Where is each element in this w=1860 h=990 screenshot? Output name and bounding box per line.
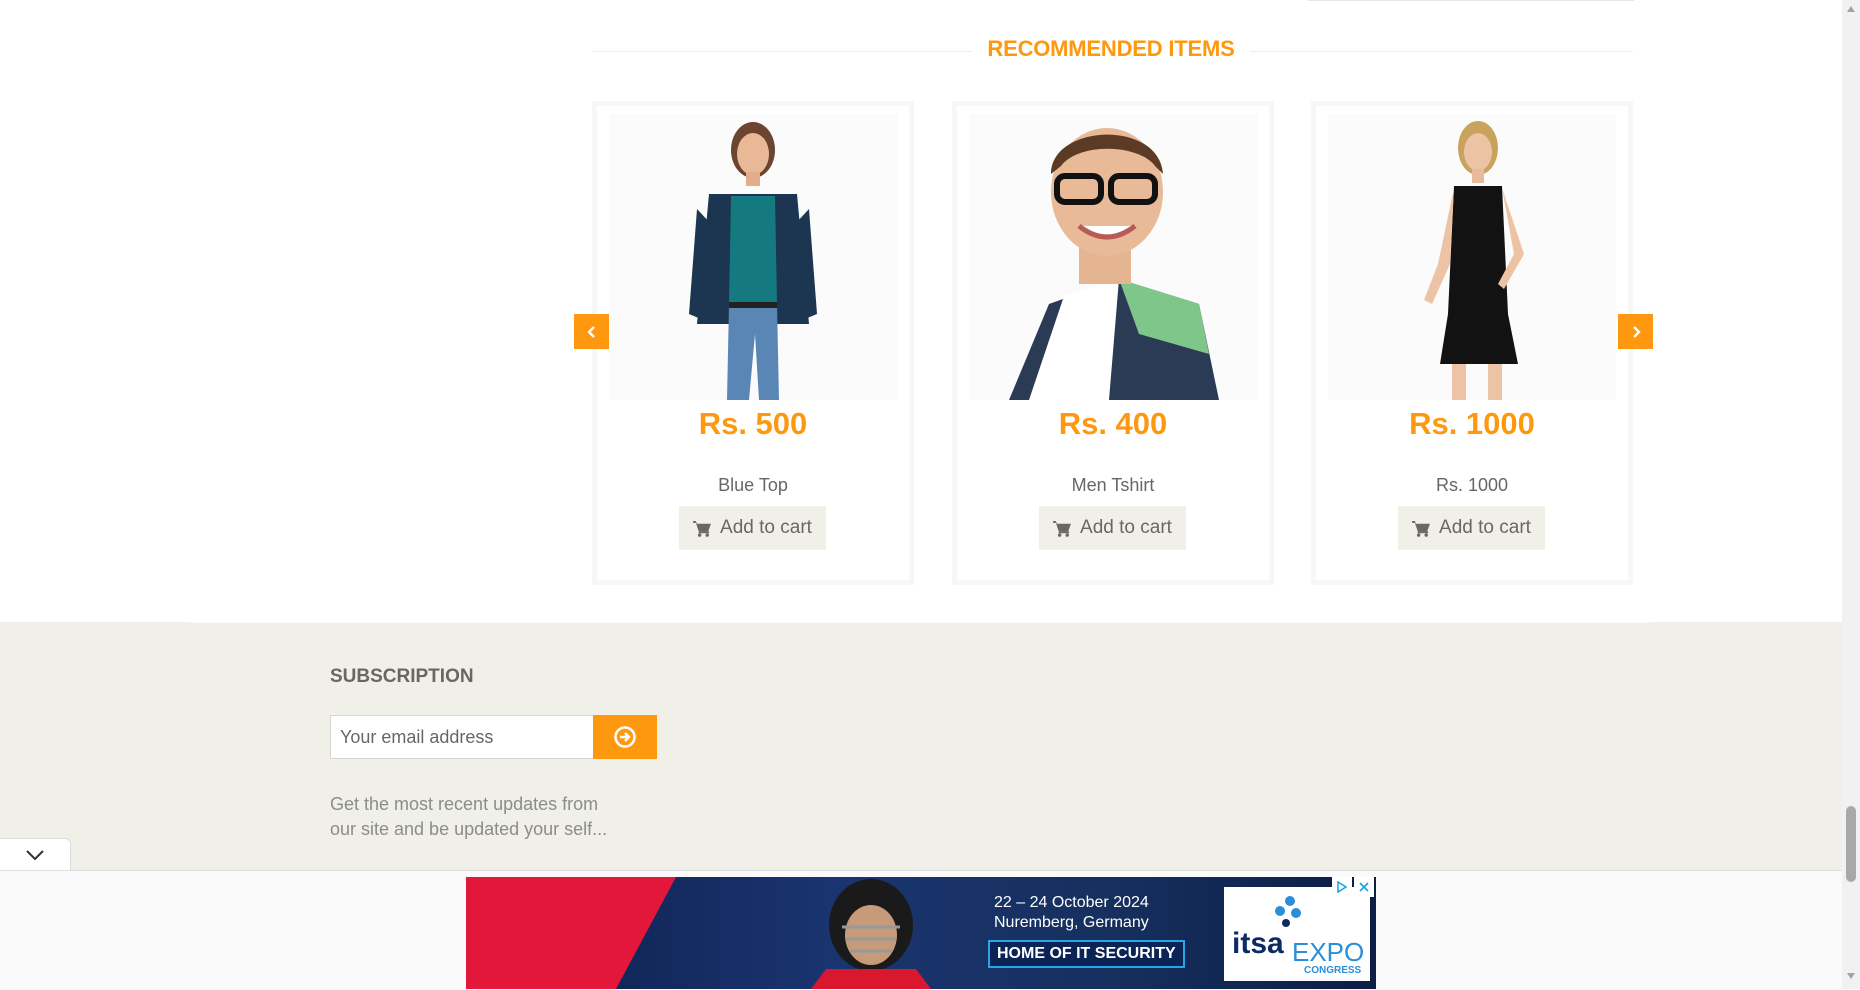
- ad-tagline: HOME OF IT SECURITY: [988, 940, 1185, 968]
- product-image-dress[interactable]: [1328, 114, 1616, 400]
- cart-icon: [1053, 520, 1072, 537]
- ad-date-line2: Nuremberg, Germany: [994, 914, 1149, 931]
- product-name: Rs. 1000: [1435, 475, 1509, 495]
- cart-icon: [693, 520, 712, 537]
- ad-red-shape: [466, 877, 676, 989]
- ad-logo-main: itsa: [1232, 927, 1284, 960]
- ad-date: 22 – 24 October 2024 Nuremberg, Germany: [994, 893, 1149, 933]
- product-card: Rs. 400 Men Tshirt Add to cart: [952, 101, 1274, 585]
- subscription-description: Get the most recent updates from our sit…: [330, 794, 608, 839]
- ad-date-line1: 22 – 24 October 2024: [994, 894, 1149, 911]
- scrollbar[interactable]: [1842, 0, 1860, 989]
- footer-divider: [190, 622, 1650, 623]
- add-to-cart-button[interactable]: Add to cart: [1398, 506, 1545, 550]
- product-image-blue-top[interactable]: [609, 114, 897, 400]
- product-price: Rs. 500: [698, 406, 808, 441]
- add-to-cart-button[interactable]: Add to cart: [679, 506, 826, 550]
- close-icon: [1359, 882, 1369, 892]
- header-line-right: [1250, 51, 1633, 52]
- chevron-down-icon: [26, 850, 44, 861]
- cart-icon: [1412, 520, 1431, 537]
- ad-logo-sub: CONGRESS: [1304, 965, 1362, 976]
- product-card: Rs. 500 Blue Top Add to cart: [592, 101, 914, 585]
- ad-logo: itsa EXPO CONGRESS: [1224, 887, 1370, 981]
- header-line-left: [592, 51, 972, 52]
- ad-close-button[interactable]: [1354, 877, 1374, 897]
- add-to-cart-label: Add to cart: [720, 517, 812, 538]
- itsa-dots-icon: [1275, 896, 1301, 927]
- carousel-prev-button[interactable]: [574, 314, 609, 349]
- subscribe-button[interactable]: [593, 715, 657, 759]
- subscription-title: SUBSCRIPTION: [330, 666, 474, 687]
- scroll-down-icon[interactable]: [1846, 971, 1856, 981]
- product-name: Men Tshirt: [1071, 475, 1155, 495]
- product-price: Rs. 400: [1058, 406, 1168, 441]
- add-to-cart-label: Add to cart: [1080, 517, 1172, 538]
- recommended-title: RECOMMENDED ITEMS: [987, 36, 1235, 61]
- scroll-up-icon[interactable]: [1846, 4, 1856, 14]
- ad-player-image: [811, 879, 931, 989]
- chevron-left-icon: [586, 325, 595, 338]
- ad-logo-expo: EXPO: [1292, 937, 1365, 967]
- add-to-cart-button[interactable]: Add to cart: [1039, 506, 1186, 550]
- subscription-email-input[interactable]: [330, 715, 594, 759]
- recommended-header: RECOMMENDED ITEMS: [592, 36, 1633, 64]
- add-to-cart-label: Add to cart: [1439, 517, 1531, 538]
- adchoices-icon[interactable]: [1332, 877, 1352, 897]
- product-price: Rs. 1000: [1409, 406, 1535, 441]
- arrow-circle-right-icon: [614, 726, 636, 748]
- scrollbar-thumb[interactable]: [1846, 806, 1856, 882]
- ad-banner[interactable]: 22 – 24 October 2024 Nuremberg, Germany …: [466, 877, 1376, 989]
- product-card: Rs. 1000 Rs. 1000 Add to cart: [1311, 101, 1633, 585]
- top-divider: [1308, 0, 1634, 1]
- product-name: Blue Top: [718, 475, 788, 495]
- product-image-men-tshirt[interactable]: [969, 114, 1257, 400]
- carousel-next-button[interactable]: [1618, 314, 1653, 349]
- ad-collapse-toggle[interactable]: [0, 838, 71, 871]
- chevron-right-icon: [1632, 325, 1641, 338]
